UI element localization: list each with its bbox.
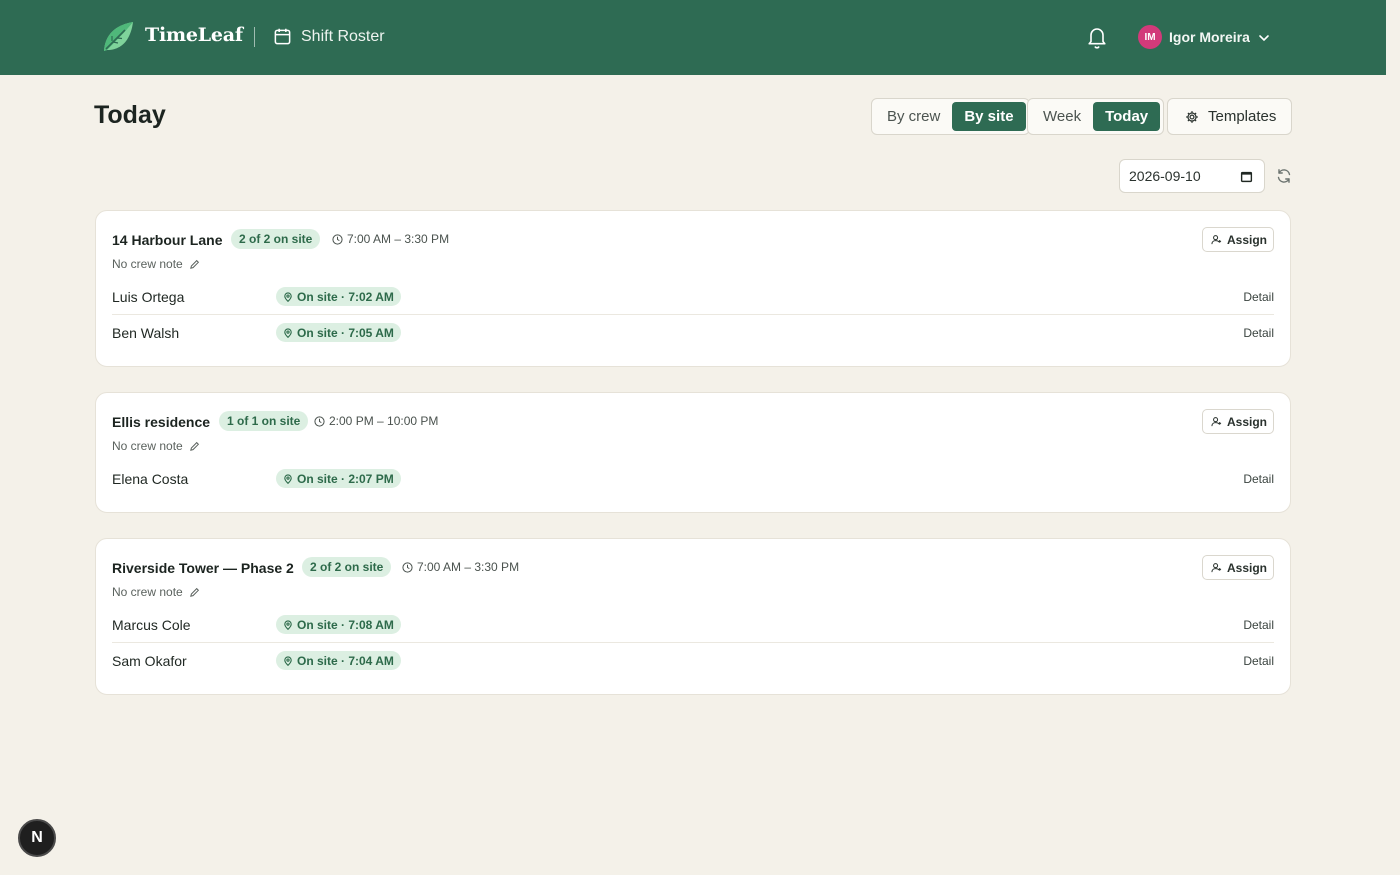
crew-note-text: No crew note [112,439,183,453]
assign-button[interactable]: Assign [1202,409,1274,434]
status-badge: On site · 7:02 AM [276,287,401,306]
site-card: Riverside Tower — Phase 2 2 of 2 on site… [95,538,1291,695]
calendar-picker-icon[interactable] [1240,170,1253,183]
assign-label: Assign [1227,232,1268,247]
range-week[interactable]: Week [1031,102,1093,131]
dev-tools-button[interactable]: N [18,819,56,857]
notification-bell-icon[interactable] [1085,24,1109,50]
crew-row: Ben Walsh On site · 7:05 AM Detail [112,315,1274,351]
view-toggle: By crew By site [871,98,1030,135]
pencil-icon [189,259,199,269]
site-count-badge: 2 of 2 on site [231,229,321,249]
site-name: Riverside Tower — Phase 2 [112,560,294,576]
detail-link[interactable]: Detail [1243,618,1274,632]
dev-tools-label: N [31,829,43,846]
pencil-icon [189,587,199,597]
site-name: Ellis residence [112,414,211,430]
templates-button[interactable]: Templates [1167,98,1292,135]
pencil-icon [189,441,199,451]
top-bar: TimeLeaf Shift Roster IM Igor Moreira [0,0,1386,75]
location-pin-icon [284,655,292,666]
refresh-icon[interactable] [1276,168,1292,184]
brand-name[interactable]: TimeLeaf [145,24,243,46]
clock-icon [314,415,325,427]
add-user-icon [1211,417,1222,427]
page-title: Today [94,101,166,129]
assign-label: Assign [1227,560,1268,575]
site-card: 14 Harbour Lane 2 of 2 on site 7:00 AM –… [95,210,1291,367]
location-pin-icon [284,327,292,338]
crew-member-name: Sam Okafor [112,653,187,669]
view-by-crew[interactable]: By crew [875,102,952,131]
clock-icon [402,561,413,573]
range-toggle: Week Today [1027,98,1165,135]
detail-link[interactable]: Detail [1243,326,1274,340]
status-badge: On site · 2:07 PM [276,469,401,488]
range-today[interactable]: Today [1093,102,1161,131]
location-pin-icon [284,291,292,302]
crew-member-name: Marcus Cole [112,617,191,633]
avatar[interactable]: IM [1138,25,1162,49]
detail-link[interactable]: Detail [1243,290,1274,304]
shift-time-text: 7:00 AM – 3:30 PM [417,560,520,574]
shift-time: 2:00 PM – 10:00 PM [314,414,438,428]
view-by-site[interactable]: By site [952,102,1026,131]
location-pin-icon [284,473,292,484]
clock-icon [332,233,343,245]
assign-button[interactable]: Assign [1202,555,1274,580]
location-pin-icon [284,619,292,630]
crew-row: Luis Ortega On site · 7:02 AM Detail [112,279,1274,315]
add-user-icon [1211,563,1222,573]
crew-note[interactable]: No crew note [112,257,200,271]
shift-time: 7:00 AM – 3:30 PM [402,560,519,574]
crew-member-name: Elena Costa [112,471,189,487]
shift-time-text: 2:00 PM – 10:00 PM [329,414,439,428]
assign-label: Assign [1227,414,1268,429]
leaf-logo-icon[interactable] [101,20,135,54]
crew-row: Elena Costa On site · 2:07 PM Detail [112,461,1274,497]
status-badge: On site · 7:04 AM [276,651,401,670]
site-name: 14 Harbour Lane [112,232,223,248]
header-divider [254,27,255,47]
status-text: On site · 7:05 AM [297,325,394,340]
site-count-badge: 1 of 1 on site [219,411,309,431]
status-badge: On site · 7:05 AM [276,323,401,342]
add-user-icon [1211,235,1222,245]
detail-link[interactable]: Detail [1243,472,1274,486]
crew-note[interactable]: No crew note [112,439,200,453]
chevron-down-icon[interactable] [1257,31,1271,45]
crew-note[interactable]: No crew note [112,585,200,599]
status-text: On site · 7:08 AM [297,617,394,632]
crew-note-text: No crew note [112,257,183,271]
crew-member-name: Luis Ortega [112,289,185,305]
crew-row: Marcus Cole On site · 7:08 AM Detail [112,607,1274,643]
assign-button[interactable]: Assign [1202,227,1274,252]
crew-note-text: No crew note [112,585,183,599]
crew-member-name: Ben Walsh [112,325,180,341]
detail-link[interactable]: Detail [1243,654,1274,668]
crew-row: Sam Okafor On site · 7:04 AM Detail [112,643,1274,679]
app-title: Shift Roster [301,28,385,45]
shift-time-text: 7:00 AM – 3:30 PM [347,232,450,246]
status-text: On site · 2:07 PM [297,471,394,486]
status-text: On site · 7:02 AM [297,289,394,304]
site-card: Ellis residence 1 of 1 on site 2:00 PM –… [95,392,1291,513]
date-input[interactable]: 2026-09-10 [1119,159,1265,193]
shift-time: 7:00 AM – 3:30 PM [332,232,449,246]
templates-label: Templates [1208,108,1277,125]
site-count-badge: 2 of 2 on site [302,557,392,577]
calendar-icon [274,28,291,45]
status-badge: On site · 7:08 AM [276,615,401,634]
status-text: On site · 7:04 AM [297,653,394,668]
user-name[interactable]: Igor Moreira [1169,29,1250,45]
date-value: 2026-09-10 [1129,168,1201,184]
gear-icon [1186,110,1198,123]
